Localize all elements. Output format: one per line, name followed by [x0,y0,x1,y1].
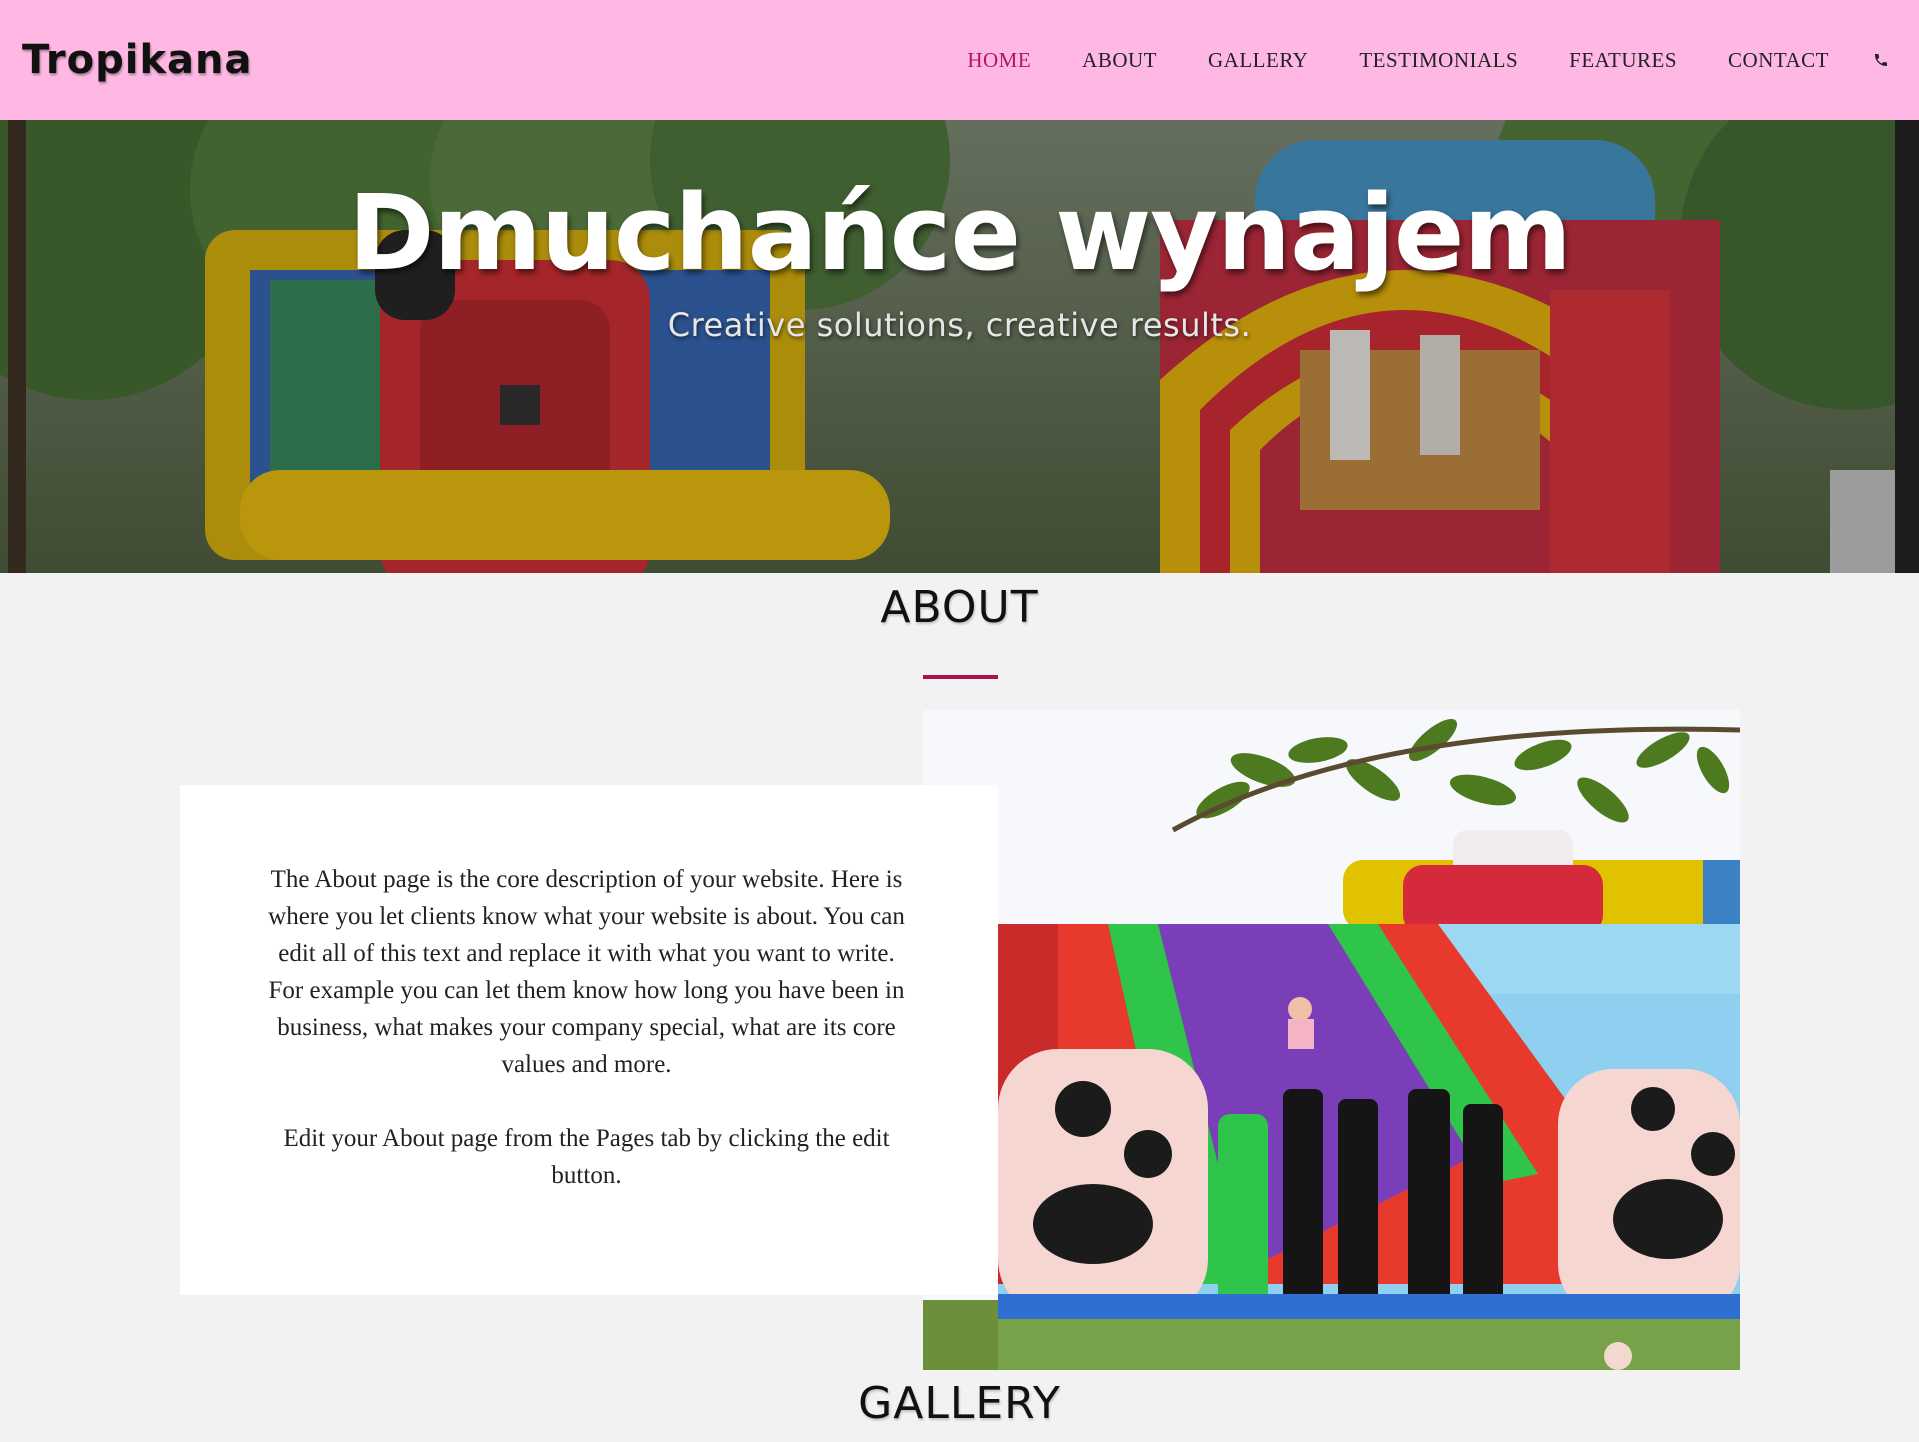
about-photo-front [998,924,1740,1370]
hero-title: Dmuchańce wynajem [348,172,1572,294]
about-title-underline [923,675,998,679]
nav-home[interactable]: HOME [967,48,1031,73]
site-logo[interactable]: Tropikana [22,37,253,83]
nav-about[interactable]: ABOUT [1082,48,1157,73]
site-header: Tropikana HOME ABOUT GALLERY TESTIMONIAL… [0,0,1919,120]
gallery-section-title: GALLERY [858,1378,1061,1429]
hero-banner: Dmuchańce wynajem Creative solutions, cr… [0,120,1919,573]
nav-gallery[interactable]: GALLERY [1208,48,1308,73]
about-text-card: The About page is the core description o… [180,785,998,1295]
nav-testimonials[interactable]: TESTIMONIALS [1359,48,1518,73]
about-body: The About page is the core description o… [260,861,1078,1194]
nav-contact[interactable]: CONTACT [1728,48,1829,73]
main-nav: HOME ABOUT GALLERY TESTIMONIALS FEATURES… [916,48,1891,73]
hero-subtitle: Creative solutions, creative results. [667,306,1252,344]
phone-icon[interactable] [1871,50,1891,70]
about-paragraph-2: Edit your About page from the Pages tab … [283,1125,890,1189]
nav-features[interactable]: FEATURES [1569,48,1677,73]
about-section-title: ABOUT [880,582,1039,633]
about-paragraph-1: The About page is the core description o… [268,866,905,1078]
bouncy-slide-photo-front [998,924,1740,1370]
